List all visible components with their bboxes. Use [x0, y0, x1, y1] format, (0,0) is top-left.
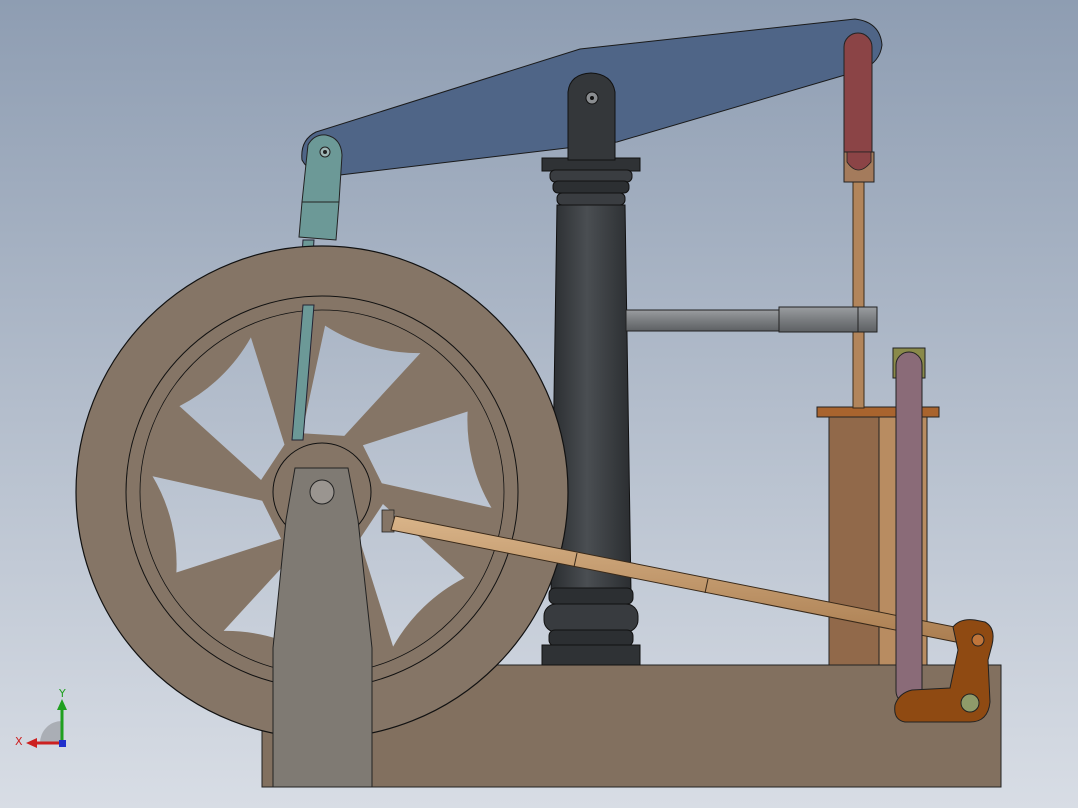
- piston-rod[interactable]: [852, 179, 865, 409]
- beam-pivot-bracket[interactable]: [567, 72, 616, 161]
- red-rod[interactable]: [843, 32, 875, 183]
- triad-y-label: Y: [58, 687, 66, 700]
- model-scene[interactable]: Y X: [0, 0, 1078, 808]
- guide-arm[interactable]: [625, 306, 878, 333]
- support-column[interactable]: [541, 157, 641, 666]
- graphics-viewport[interactable]: Y X: [0, 0, 1078, 808]
- valve-rod[interactable]: [895, 351, 923, 705]
- triad-x-label: X: [15, 735, 23, 748]
